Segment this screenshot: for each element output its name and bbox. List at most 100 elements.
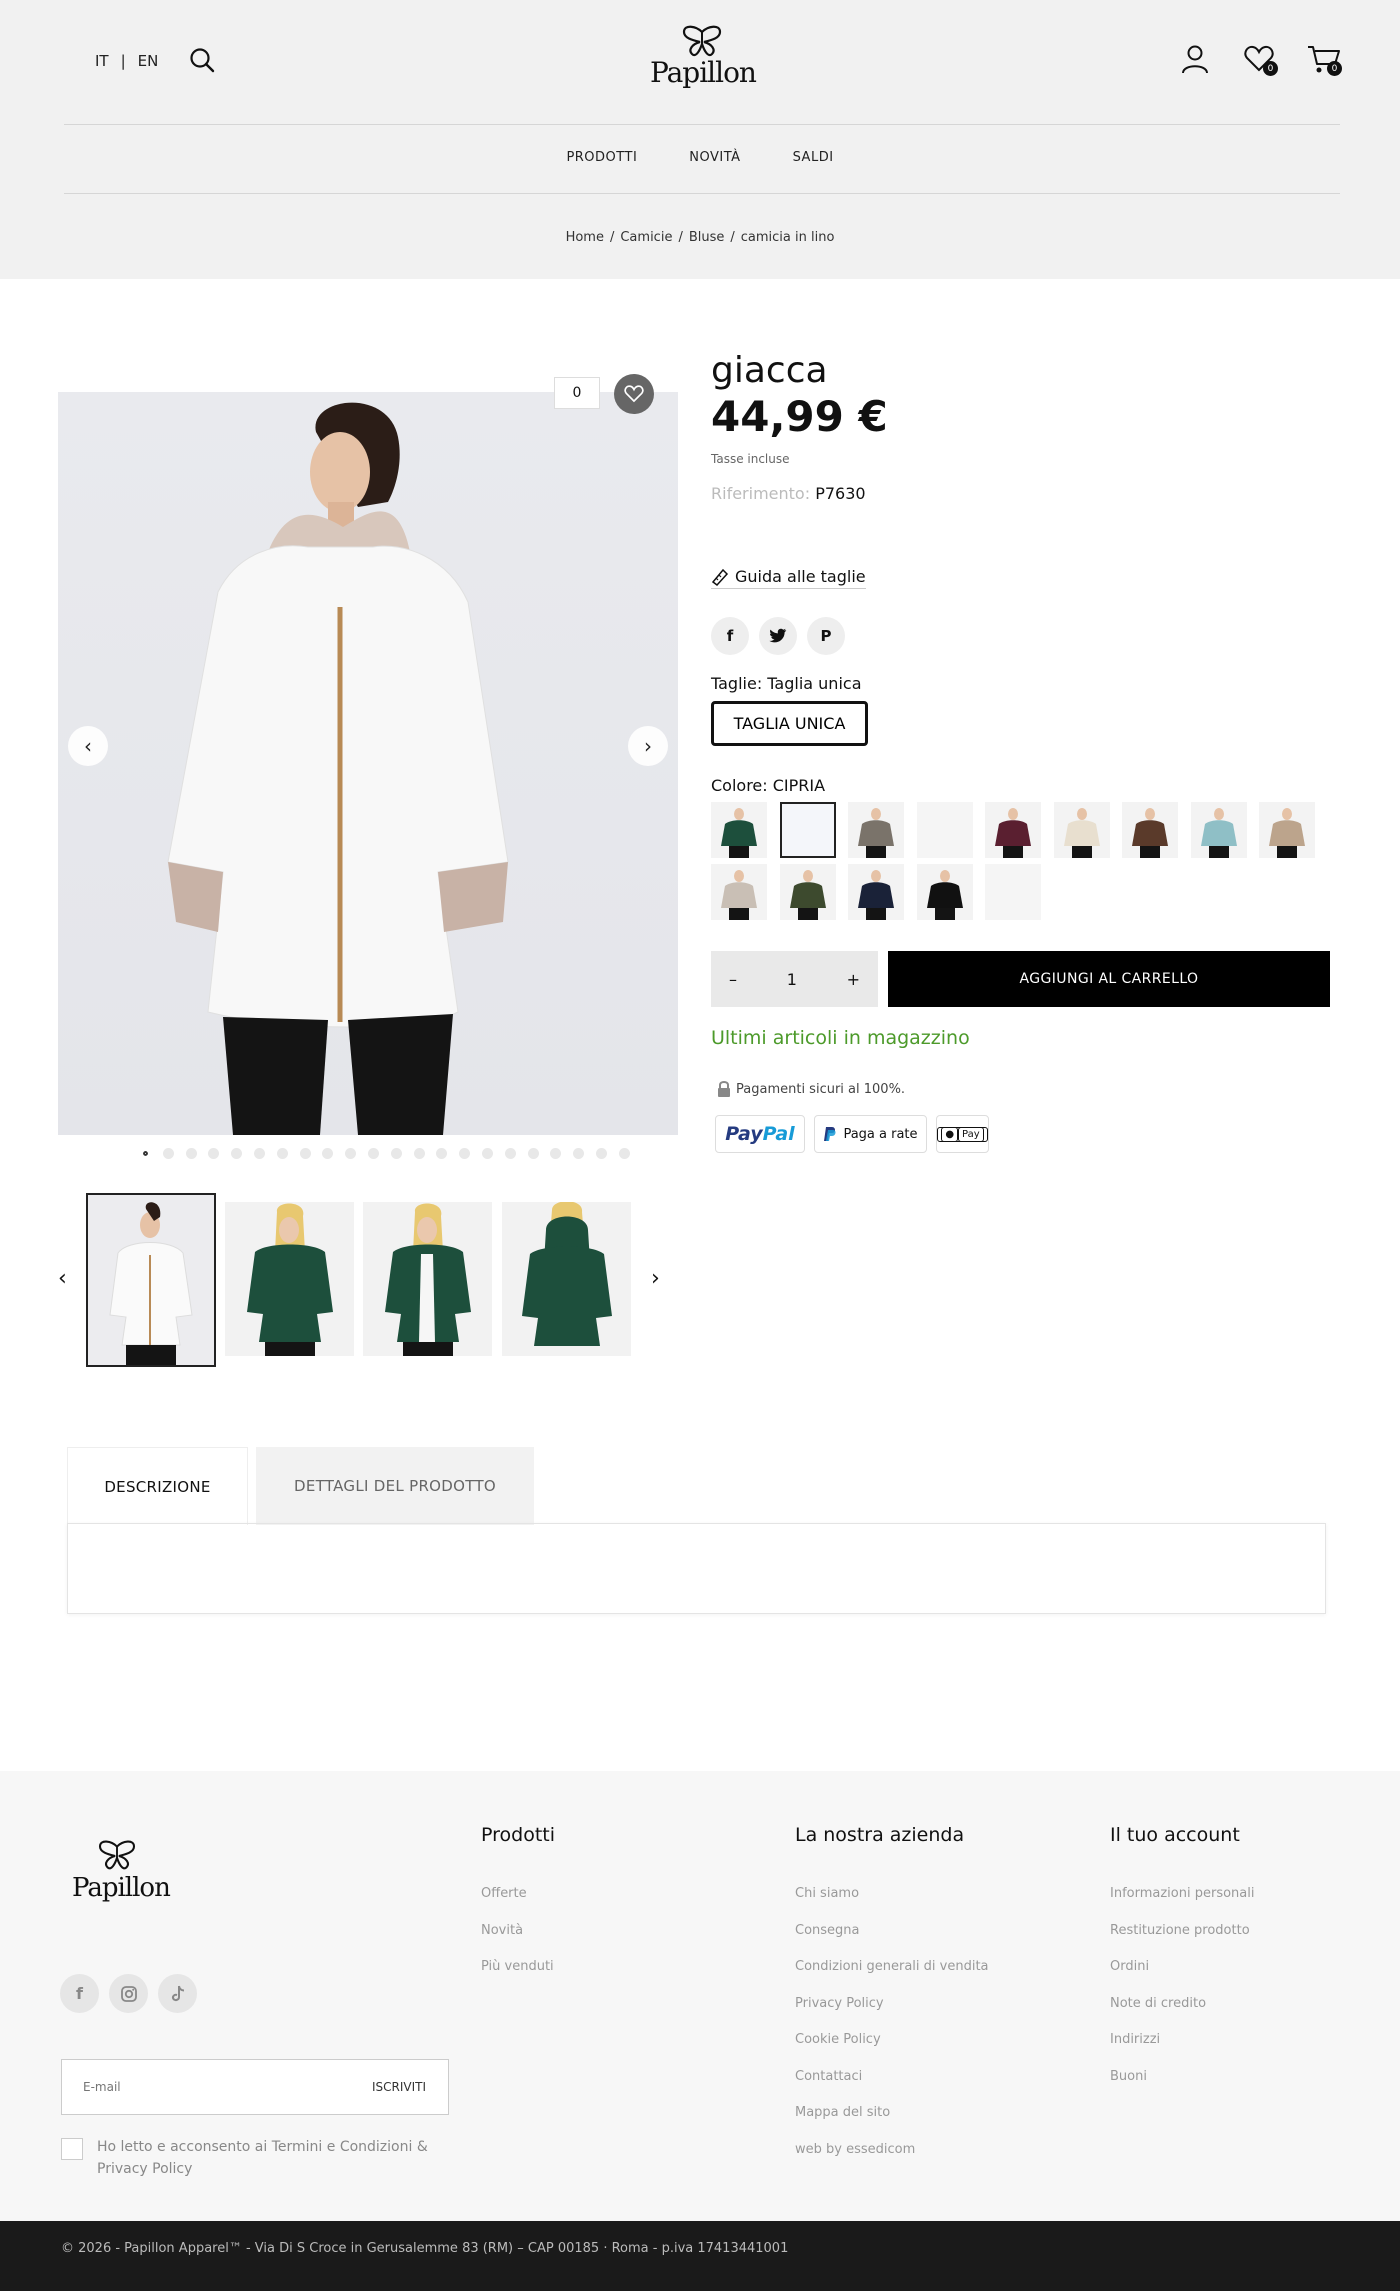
wishlist-button[interactable]: 0	[1242, 42, 1278, 76]
breadcrumb-home[interactable]: Home	[566, 230, 604, 245]
gallery-dot[interactable]	[140, 1148, 151, 1159]
language-switcher: IT | EN	[95, 52, 158, 70]
lang-it[interactable]: IT	[95, 52, 109, 70]
footer-link[interactable]: Note di credito	[1110, 1996, 1254, 2033]
gallery-dot[interactable]	[162, 1148, 174, 1159]
footer-logo[interactable]: Papillon	[72, 1839, 171, 1903]
qty-increase-button[interactable]: +	[847, 970, 860, 989]
footer-facebook-button[interactable]: f	[60, 1974, 99, 2013]
gallery-dot[interactable]	[618, 1148, 630, 1159]
gallery-dot[interactable]	[413, 1148, 425, 1159]
account-button[interactable]	[1178, 42, 1212, 76]
color-swatch[interactable]	[848, 864, 904, 920]
footer-link[interactable]: Buoni	[1110, 2069, 1254, 2106]
site-logo[interactable]: Papillon	[650, 24, 757, 96]
product-main-image[interactable]: ‹ ›	[58, 392, 678, 1135]
share-pinterest-button[interactable]: P	[807, 617, 845, 655]
logo-text: Papillon	[650, 56, 757, 89]
footer-link[interactable]: Restituzione prodotto	[1110, 1923, 1254, 1960]
breadcrumb-camicie[interactable]: Camicie	[620, 230, 672, 245]
gallery-prev-button[interactable]: ‹	[68, 726, 108, 766]
share-facebook-button[interactable]: f	[711, 617, 749, 655]
qty-decrease-button[interactable]: –	[729, 970, 737, 989]
color-swatch[interactable]	[711, 864, 767, 920]
color-swatch[interactable]	[1190, 802, 1247, 858]
footer-link[interactable]: Offerte	[481, 1886, 555, 1923]
thumbs-prev-icon[interactable]: ‹	[58, 1266, 67, 1291]
gallery-dot[interactable]	[550, 1148, 562, 1159]
footer-link[interactable]: Informazioni personali	[1110, 1886, 1254, 1923]
lang-en[interactable]: EN	[138, 52, 159, 70]
color-swatch[interactable]	[848, 802, 904, 858]
gallery-next-button[interactable]: ›	[628, 726, 668, 766]
gallery-dot[interactable]	[253, 1148, 265, 1159]
gallery-dot[interactable]	[504, 1148, 516, 1159]
thumbnail-green-jacket-back[interactable]	[502, 1202, 631, 1356]
footer-link[interactable]: Indirizzi	[1110, 2032, 1254, 2069]
gallery-dot[interactable]	[276, 1148, 288, 1159]
product-tabs: DESCRIZIONE DETTAGLI DEL PRODOTTO	[67, 1447, 534, 1525]
footer-link[interactable]: web by essedicom	[795, 2142, 989, 2179]
gallery-dot[interactable]	[208, 1148, 220, 1159]
gallery-dot[interactable]	[459, 1148, 471, 1159]
footer-instagram-button[interactable]	[109, 1974, 148, 2013]
share-twitter-button[interactable]	[759, 617, 797, 655]
footer-link[interactable]: Più venduti	[481, 1959, 555, 1996]
tab-dettagli-prodotto[interactable]: DETTAGLI DEL PRODOTTO	[256, 1447, 534, 1525]
consent-checkbox[interactable]	[61, 2138, 83, 2160]
color-swatch[interactable]	[916, 864, 973, 920]
subscribe-button[interactable]: ISCRIVITI	[372, 2080, 426, 2094]
color-label: Colore: CIPRIA	[711, 776, 826, 795]
footer-link[interactable]: Novità	[481, 1923, 555, 1960]
gallery-dot[interactable]	[481, 1148, 493, 1159]
gallery-dot[interactable]	[595, 1148, 607, 1159]
gallery-dot[interactable]	[573, 1148, 585, 1159]
add-to-cart-button[interactable]: AGGIUNGI AL CARRELLO	[888, 951, 1330, 1007]
tab-descrizione[interactable]: DESCRIZIONE	[67, 1447, 248, 1525]
footer-link[interactable]: Condizioni generali di vendita	[795, 1959, 989, 1996]
qty-value[interactable]: 1	[787, 970, 797, 989]
thumbnail-green-jacket-open[interactable]	[363, 1202, 492, 1356]
nav-item-saldi[interactable]: SALDI	[793, 150, 834, 165]
size-guide-link[interactable]: Guida alle taglie	[711, 567, 866, 589]
gallery-dot[interactable]	[185, 1148, 197, 1159]
nav-item-novita[interactable]: NOVITÀ	[689, 150, 740, 165]
pinterest-icon: P	[820, 627, 832, 645]
gallery-dot[interactable]	[322, 1148, 334, 1159]
color-swatch[interactable]	[779, 864, 836, 920]
footer-link[interactable]: Contattaci	[795, 2069, 989, 2106]
nav-item-prodotti[interactable]: PRODOTTI	[566, 150, 637, 165]
thumbnail-white-jacket[interactable]	[86, 1193, 216, 1367]
gallery-dot[interactable]	[299, 1148, 311, 1159]
footer-link[interactable]: Privacy Policy	[795, 1996, 989, 2033]
color-swatch[interactable]	[985, 802, 1041, 858]
gallery-dot[interactable]	[436, 1148, 448, 1159]
footer-link[interactable]: Cookie Policy	[795, 2032, 989, 2069]
color-swatch[interactable]	[1259, 802, 1315, 858]
color-swatch[interactable]	[985, 864, 1041, 920]
thumbs-next-icon[interactable]: ›	[651, 1266, 660, 1291]
search-icon[interactable]	[188, 46, 216, 74]
gallery-dot[interactable]	[390, 1148, 402, 1159]
color-swatch[interactable]	[711, 802, 767, 858]
like-button[interactable]	[614, 374, 654, 414]
footer-link[interactable]: Consegna	[795, 1923, 989, 1960]
thumbnail-green-jacket-front[interactable]	[225, 1202, 354, 1356]
color-swatch[interactable]	[916, 802, 973, 858]
footer-link[interactable]: Chi siamo	[795, 1886, 989, 1923]
breadcrumb-bluse[interactable]: Bluse	[689, 230, 725, 245]
color-swatch[interactable]	[779, 802, 836, 858]
gallery-dot[interactable]	[345, 1148, 357, 1159]
gallery-dot[interactable]	[231, 1148, 243, 1159]
footer-link[interactable]: Mappa del sito	[795, 2105, 989, 2142]
size-option-taglia-unica[interactable]: TAGLIA UNICA	[711, 701, 868, 746]
footer-link[interactable]: Ordini	[1110, 1959, 1254, 1996]
color-swatch[interactable]	[1122, 802, 1178, 858]
email-field[interactable]	[83, 2080, 323, 2094]
footer-tiktok-button[interactable]	[158, 1974, 197, 2013]
ruler-icon	[711, 568, 729, 586]
color-swatch[interactable]	[1053, 802, 1110, 858]
gallery-dot[interactable]	[367, 1148, 379, 1159]
cart-button[interactable]: 0	[1306, 42, 1342, 76]
gallery-dot[interactable]	[527, 1148, 539, 1159]
